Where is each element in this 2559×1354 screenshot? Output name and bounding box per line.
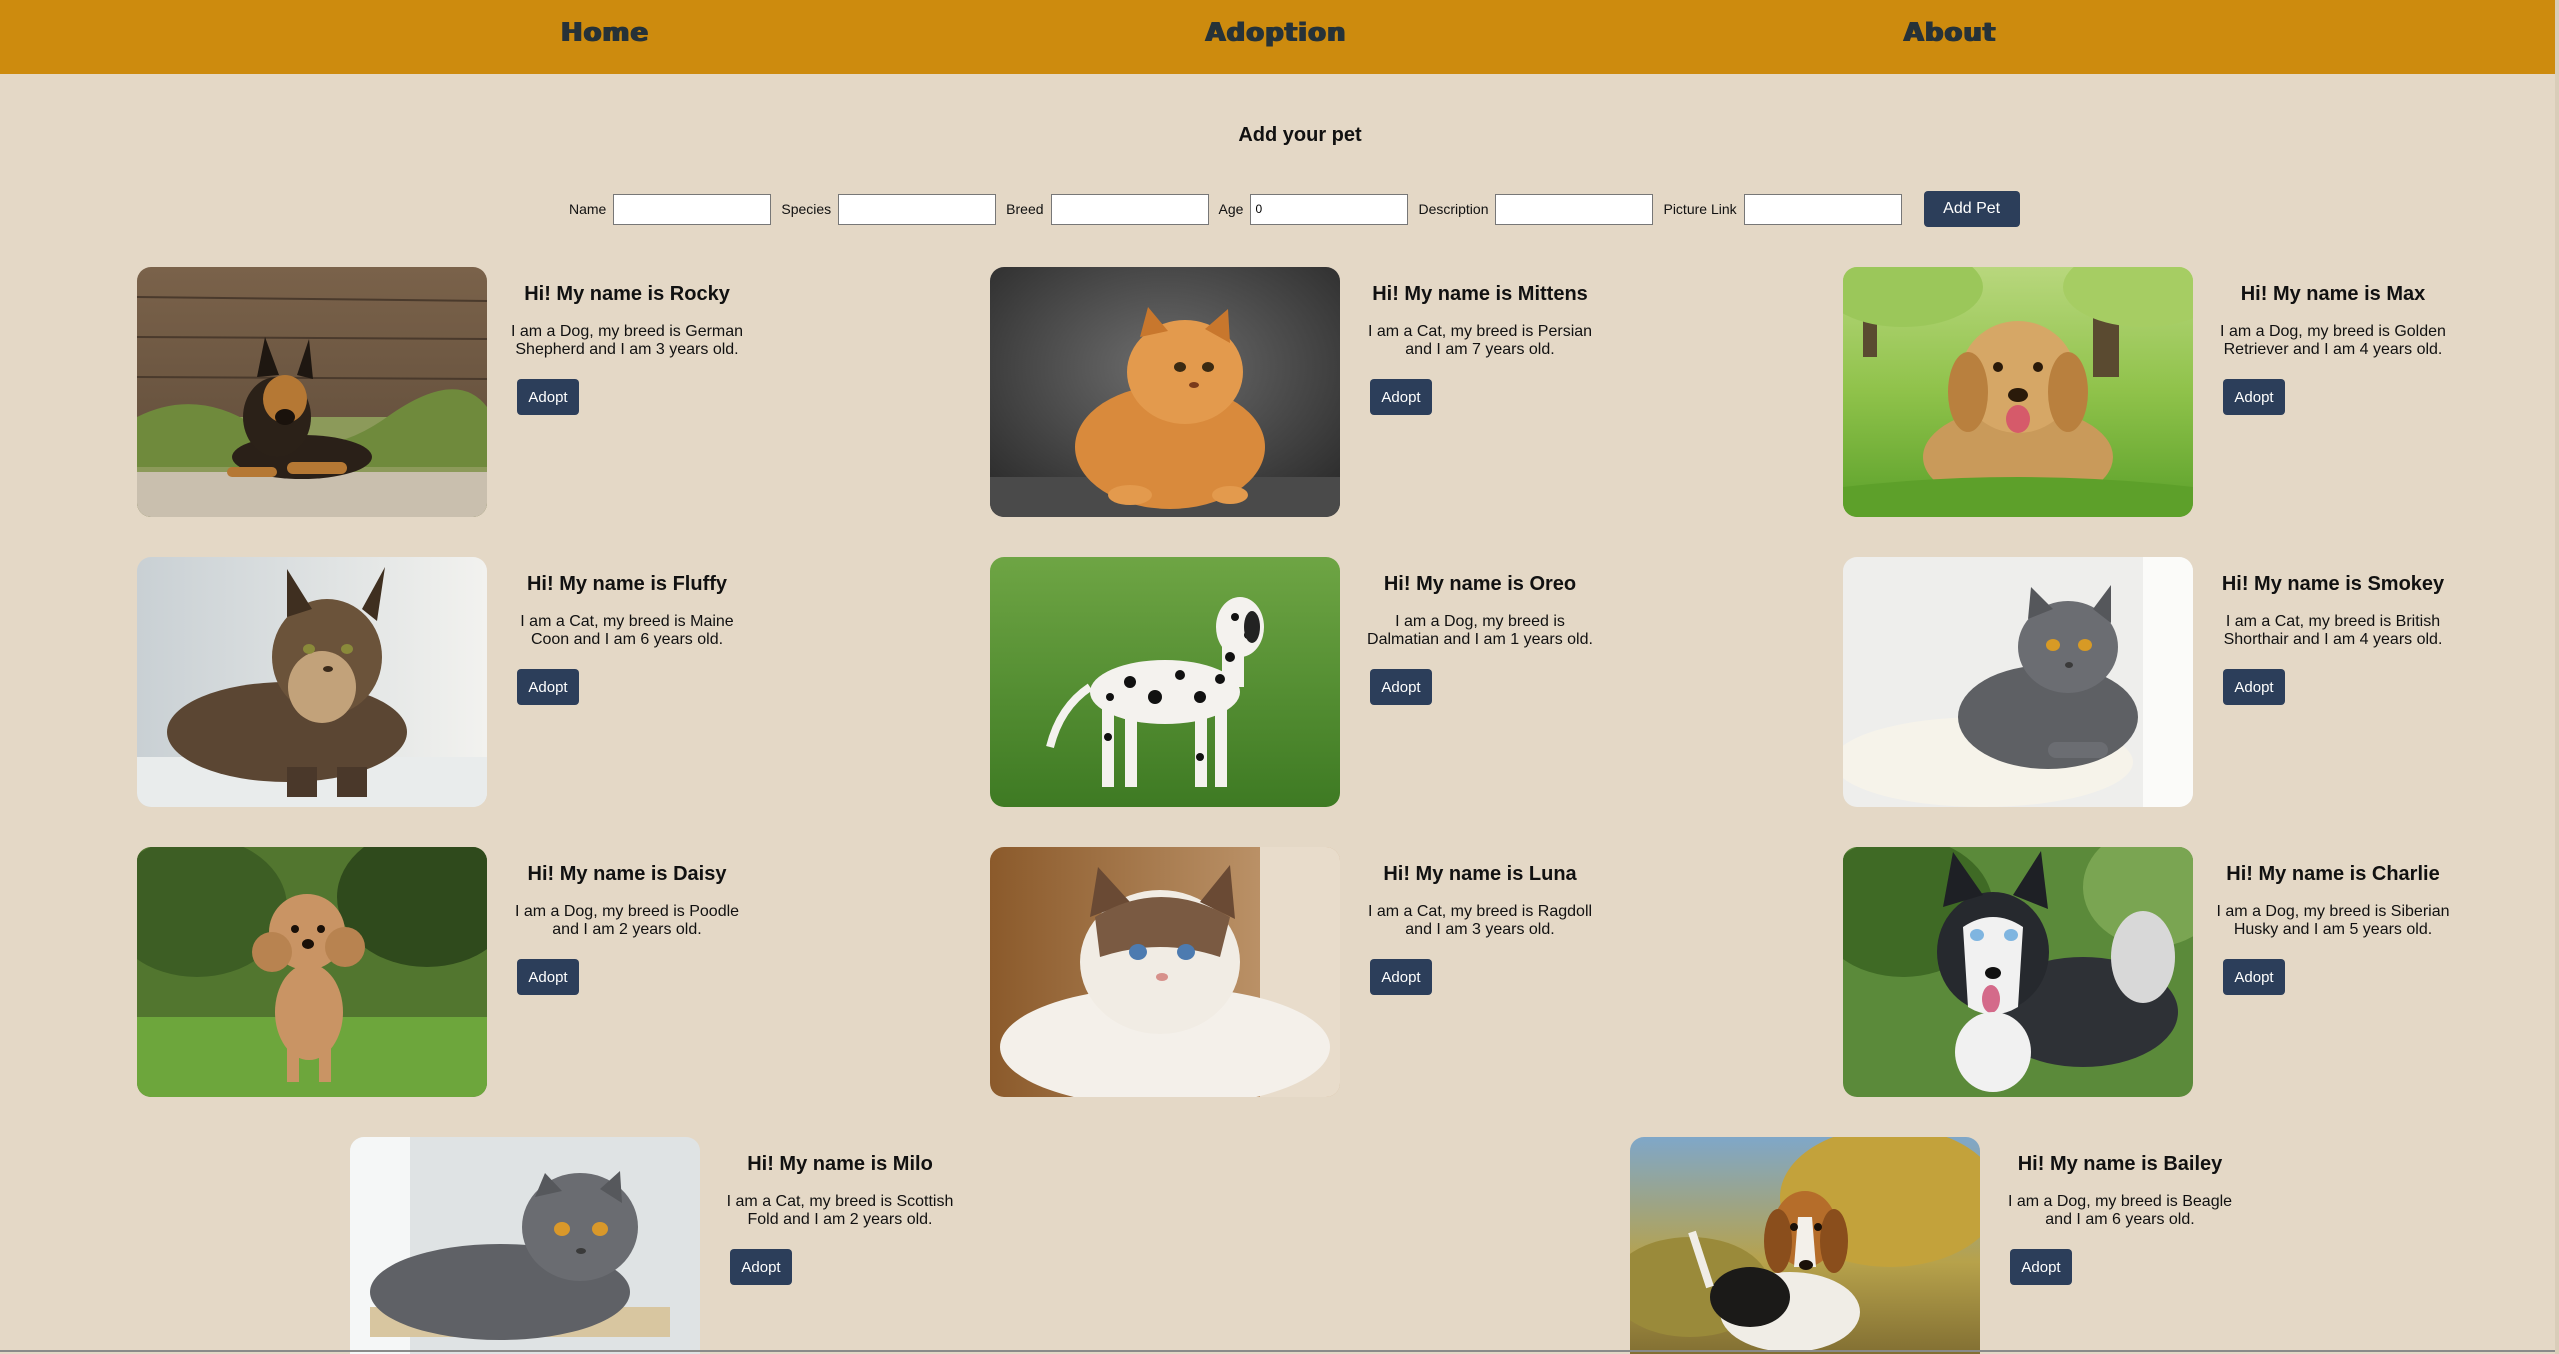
pet-name-heading: Hi! My name is Luna <box>1383 863 1577 885</box>
pet-photo-mittens <box>990 267 1340 517</box>
pet-name-heading: Hi! My name is Daisy <box>527 863 727 885</box>
pet-description: I am a Dog, my breed is Dalmatian and I … <box>1367 613 1593 648</box>
nav-adoption-link[interactable]: Adoption <box>1156 18 1396 48</box>
picture-link-input[interactable] <box>1743 193 1902 225</box>
adopt-button-bailey[interactable]: Adopt <box>2010 1249 2072 1285</box>
nav-home-link[interactable]: Home <box>485 18 725 48</box>
pet-name-heading: Hi! My name is Smokey <box>2221 573 2445 595</box>
pet-name-heading: Hi! My name is Mittens <box>1372 283 1588 305</box>
name-input[interactable] <box>613 193 772 225</box>
pet-card-smokey: Hi! My name is Smokey I am a Cat, my bre… <box>1843 557 2444 807</box>
adopt-button-mittens[interactable]: Adopt <box>1370 379 1432 415</box>
description-input[interactable] <box>1495 193 1654 225</box>
add-pet-form: Name Species Breed Age Description Pictu… <box>569 191 2020 227</box>
pet-name-heading: Hi! My name is Oreo <box>1383 573 1577 595</box>
pet-photo-luna <box>990 847 1340 1097</box>
horizontal-scrollbar[interactable] <box>0 1350 2559 1352</box>
pet-photo-charlie <box>1843 847 2193 1097</box>
add-pet-button[interactable]: Add Pet <box>1923 191 2020 227</box>
adopt-button-rocky[interactable]: Adopt <box>517 379 579 415</box>
breed-label: Breed <box>1006 201 1044 217</box>
pet-description: I am a Cat, my breed is British Shorthai… <box>2223 613 2443 648</box>
pet-name-heading: Hi! My name is Charlie <box>2226 863 2440 885</box>
pet-description: I am a Dog, my breed is Poodle and I am … <box>514 903 740 938</box>
pet-description: I am a Dog, my breed is Siberian Husky a… <box>2216 903 2450 938</box>
pet-description: I am a Dog, my breed is Golden Retriever… <box>2220 323 2446 358</box>
pet-name-heading: Hi! My name is Bailey <box>2017 1153 2223 1175</box>
adopt-button-luna[interactable]: Adopt <box>1370 959 1432 995</box>
age-input[interactable] <box>1250 193 1409 225</box>
name-label: Name <box>569 201 607 217</box>
pet-photo-daisy <box>137 847 487 1097</box>
pet-description: I am a Dog, my breed is German Shepherd … <box>510 323 744 358</box>
pet-description: I am a Cat, my breed is Maine Coon and I… <box>520 613 734 648</box>
pet-photo-fluffy <box>137 557 487 807</box>
description-label: Description <box>1418 201 1489 217</box>
pet-description: I am a Cat, my breed is Scottish Fold an… <box>726 1193 954 1228</box>
top-navbar: Home Adoption About <box>0 0 2559 74</box>
pet-card-bailey: Hi! My name is Bailey I am a Dog, my bre… <box>1630 1137 2232 1354</box>
pet-card-fluffy: Hi! My name is Fluffy I am a Cat, my bre… <box>137 557 737 807</box>
pet-description: I am a Cat, my breed is Persian and I am… <box>1367 323 1593 358</box>
pet-card-charlie: Hi! My name is Charlie I am a Dog, my br… <box>1843 847 2450 1097</box>
pet-name-heading: Hi! My name is Rocky <box>524 283 730 305</box>
adopt-button-charlie[interactable]: Adopt <box>2223 959 2285 995</box>
pet-card-mittens: Hi! My name is Mittens I am a Cat, my br… <box>990 267 1592 517</box>
adopt-button-smokey[interactable]: Adopt <box>2223 669 2285 705</box>
adopt-button-max[interactable]: Adopt <box>2223 379 2285 415</box>
breed-input[interactable] <box>1050 193 1209 225</box>
pet-photo-bailey <box>1630 1137 1980 1354</box>
pet-name-heading: Hi! My name is Fluffy <box>526 573 728 595</box>
pet-photo-rocky <box>137 267 487 517</box>
adopt-button-oreo[interactable]: Adopt <box>1370 669 1432 705</box>
pet-description: I am a Cat, my breed is Ragdoll and I am… <box>1367 903 1593 938</box>
pet-name-heading: Hi! My name is Milo <box>747 1153 933 1175</box>
pet-card-milo: Hi! My name is Milo I am a Cat, my breed… <box>350 1137 953 1354</box>
pet-card-oreo: Hi! My name is Oreo I am a Dog, my breed… <box>990 557 1593 807</box>
pet-card-luna: Hi! My name is Luna I am a Cat, my breed… <box>990 847 1592 1097</box>
adopt-button-fluffy[interactable]: Adopt <box>517 669 579 705</box>
pet-description: I am a Dog, my breed is Beagle and I am … <box>2007 1193 2233 1228</box>
pet-photo-max <box>1843 267 2193 517</box>
pet-photo-oreo <box>990 557 1340 807</box>
pet-name-heading: Hi! My name is Max <box>2240 283 2426 305</box>
nav-about-link[interactable]: About <box>1830 18 2070 48</box>
picture-link-label: Picture Link <box>1663 201 1737 217</box>
pet-photo-smokey <box>1843 557 2193 807</box>
add-pet-title: Add your pet <box>1238 124 1362 146</box>
adopt-button-milo[interactable]: Adopt <box>730 1249 792 1285</box>
species-input[interactable] <box>838 193 997 225</box>
pet-card-daisy: Hi! My name is Daisy I am a Dog, my bree… <box>137 847 739 1097</box>
species-label: Species <box>781 201 832 217</box>
pet-card-max: Hi! My name is Max I am a Dog, my breed … <box>1843 267 2446 517</box>
adopt-button-daisy[interactable]: Adopt <box>517 959 579 995</box>
vertical-scrollbar[interactable] <box>2555 0 2559 1354</box>
pet-card-rocky: Hi! My name is Rocky I am a Dog, my bree… <box>137 267 743 517</box>
age-label: Age <box>1218 201 1244 217</box>
pet-photo-milo <box>350 1137 700 1354</box>
